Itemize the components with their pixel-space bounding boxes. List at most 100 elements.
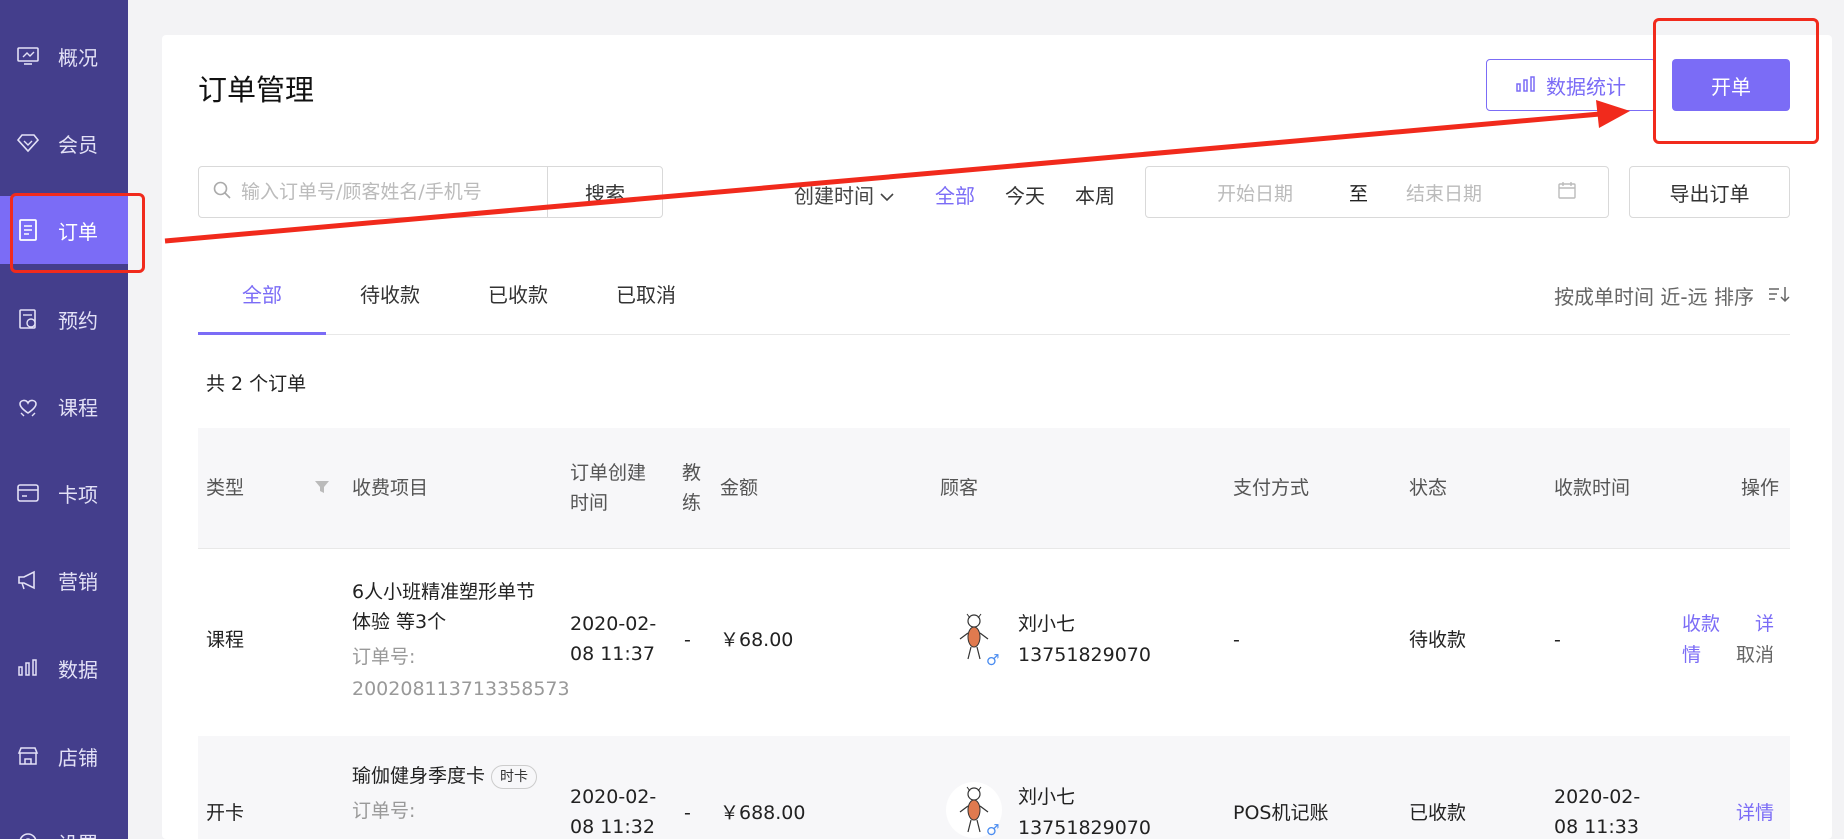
cell-item-line2: 体验 等3个 bbox=[352, 611, 447, 633]
column-header-actions: 操作 bbox=[1741, 477, 1780, 499]
cell-paid-time-line2: 08 11:33 bbox=[1554, 816, 1639, 838]
column-header-created-line2: 时间 bbox=[570, 492, 609, 514]
male-icon: ♂ bbox=[986, 821, 1000, 839]
sort-icon bbox=[1768, 284, 1790, 308]
collect-payment-link[interactable]: 收款 bbox=[1682, 609, 1720, 639]
cell-item-line1: 瑜伽健身季度卡 时卡 bbox=[352, 761, 538, 791]
cell-item-name: 瑜伽健身季度卡 bbox=[352, 765, 486, 787]
cell-created-line1: 2020-02- bbox=[570, 613, 657, 635]
store-icon bbox=[16, 744, 40, 768]
cell-customer-name[interactable]: 刘小七 bbox=[1018, 609, 1075, 639]
sidebar-item-data[interactable]: 数据 bbox=[0, 641, 128, 695]
card-icon bbox=[16, 481, 40, 505]
chevron-down-icon bbox=[880, 183, 894, 207]
sidebar: 概况 会员 订单 预约 课程 卡项 营销 数据 店铺 设置 bbox=[0, 0, 128, 839]
cell-created-line2: 08 11:37 bbox=[570, 643, 655, 665]
sidebar-item-label: 概况 bbox=[58, 45, 98, 70]
calendar-icon bbox=[16, 307, 40, 331]
cell-type: 课程 bbox=[206, 629, 245, 651]
sidebar-item-booking[interactable]: 预约 bbox=[0, 292, 128, 346]
tab-all[interactable]: 全部 bbox=[198, 275, 326, 335]
cell-created-line1: 2020-02- bbox=[570, 786, 657, 808]
search-button[interactable]: 搜索 bbox=[547, 166, 663, 218]
search-input[interactable] bbox=[241, 181, 531, 203]
sort-control[interactable]: 按成单时间 近-远 排序 bbox=[1554, 281, 1790, 310]
column-header-amount: 金额 bbox=[720, 477, 759, 499]
cell-paid-time-line1: 2020-02- bbox=[1554, 786, 1641, 808]
sidebar-item-overview[interactable]: 概况 bbox=[0, 29, 128, 83]
quick-filter-all[interactable]: 全部 bbox=[935, 180, 975, 209]
cell-customer-phone: 13751829070 bbox=[1018, 817, 1151, 839]
cell-type: 开卡 bbox=[206, 802, 245, 824]
search-icon bbox=[213, 181, 231, 203]
column-header-payment: 支付方式 bbox=[1233, 477, 1310, 499]
tab-paid[interactable]: 已收款 bbox=[454, 275, 582, 335]
end-date-field[interactable]: 结束日期 bbox=[1406, 179, 1482, 206]
cell-order-no-label: 订单号: bbox=[352, 646, 416, 668]
cell-status: 已收款 bbox=[1409, 802, 1467, 824]
status-tabs: 全部 待收款 已收款 已取消 bbox=[198, 275, 1790, 335]
cell-created-line2: 08 11:32 bbox=[570, 816, 655, 838]
cell-coach: - bbox=[684, 802, 691, 824]
data-stats-label: 数据统计 bbox=[1546, 74, 1626, 99]
column-header-coach-line1: 教 bbox=[682, 462, 702, 484]
sort-label: 按成单时间 近-远 排序 bbox=[1554, 285, 1754, 309]
sidebar-item-settings[interactable]: 设置 bbox=[0, 815, 128, 839]
order-count: 共 2 个订单 bbox=[206, 373, 307, 395]
sidebar-item-store[interactable]: 店铺 bbox=[0, 729, 128, 783]
sidebar-item-label: 数据 bbox=[58, 657, 98, 682]
quick-filter-week[interactable]: 本周 bbox=[1075, 180, 1115, 209]
table-row: 开卡 瑜伽健身季度卡 时卡 订单号: 2020-02- 08 11:32 - ￥6… bbox=[198, 736, 1790, 839]
quick-filter-today[interactable]: 今天 bbox=[1005, 180, 1045, 209]
monitor-icon bbox=[16, 44, 40, 68]
detail-link-part1[interactable]: 详 bbox=[1755, 609, 1774, 639]
export-orders-button[interactable]: 导出订单 bbox=[1629, 166, 1790, 218]
sidebar-item-label: 会员 bbox=[58, 132, 98, 157]
cell-order-no: 200208113713358573 bbox=[352, 678, 570, 700]
table-header: 类型 收费项目 订单创建 时间 教 练 金额 顾客 支付方式 状态 收款时间 操… bbox=[198, 428, 1790, 549]
sidebar-item-label: 预约 bbox=[58, 308, 98, 333]
cell-payment: - bbox=[1233, 629, 1240, 651]
tab-pending[interactable]: 待收款 bbox=[326, 275, 454, 335]
column-header-status: 状态 bbox=[1409, 477, 1448, 499]
settings-icon bbox=[16, 830, 40, 839]
calendar-icon bbox=[1558, 181, 1576, 204]
created-time-label: 创建时间 bbox=[794, 184, 874, 208]
column-header-paid-time: 收款时间 bbox=[1554, 477, 1631, 499]
start-date-field[interactable]: 开始日期 bbox=[1217, 179, 1293, 206]
search-field[interactable] bbox=[198, 166, 548, 218]
annotation-highlight-open-button bbox=[1653, 18, 1819, 144]
annotation-highlight-orders bbox=[10, 193, 145, 273]
created-time-dropdown[interactable]: 创建时间 bbox=[794, 180, 894, 209]
sidebar-item-label: 设置 bbox=[58, 828, 98, 839]
sidebar-item-cards[interactable]: 卡项 bbox=[0, 466, 128, 520]
detail-link[interactable]: 详情 bbox=[1736, 798, 1774, 828]
table-row: 课程 6人小班精准塑形单节 体验 等3个 订单号: 20020811371335… bbox=[198, 549, 1790, 724]
megaphone-icon bbox=[16, 568, 40, 592]
data-stats-button[interactable]: 数据统计 bbox=[1486, 59, 1656, 111]
column-header-type: 类型 bbox=[206, 477, 245, 499]
column-header-created-line1: 订单创建 bbox=[570, 462, 647, 484]
cell-customer-name[interactable]: 刘小七 bbox=[1018, 782, 1075, 812]
card-type-tag: 时卡 bbox=[491, 764, 538, 789]
cell-customer-phone: 13751829070 bbox=[1018, 644, 1151, 666]
column-header-coach-line2: 练 bbox=[682, 492, 702, 514]
filter-icon[interactable] bbox=[314, 473, 330, 503]
cell-coach: - bbox=[684, 629, 691, 651]
heart-hands-icon bbox=[16, 394, 40, 418]
cell-order-no-label: 订单号: bbox=[352, 800, 416, 822]
sidebar-item-label: 店铺 bbox=[58, 745, 98, 770]
tab-cancelled[interactable]: 已取消 bbox=[582, 275, 710, 335]
date-range-picker[interactable]: 开始日期 至 结束日期 bbox=[1145, 166, 1609, 218]
sidebar-item-members[interactable]: 会员 bbox=[0, 116, 128, 170]
sidebar-item-marketing[interactable]: 营销 bbox=[0, 553, 128, 607]
column-header-customer: 顾客 bbox=[940, 477, 979, 499]
cancel-order-link[interactable]: 取消 bbox=[1736, 640, 1774, 670]
cell-payment: POS机记账 bbox=[1233, 802, 1329, 824]
sidebar-item-courses[interactable]: 课程 bbox=[0, 379, 128, 433]
cell-item-line1: 6人小班精准塑形单节 bbox=[352, 581, 536, 603]
column-header-item: 收费项目 bbox=[352, 477, 429, 499]
sidebar-item-label: 课程 bbox=[58, 395, 98, 420]
sidebar-item-label: 营销 bbox=[58, 569, 98, 594]
detail-link-part2[interactable]: 情 bbox=[1682, 640, 1701, 670]
